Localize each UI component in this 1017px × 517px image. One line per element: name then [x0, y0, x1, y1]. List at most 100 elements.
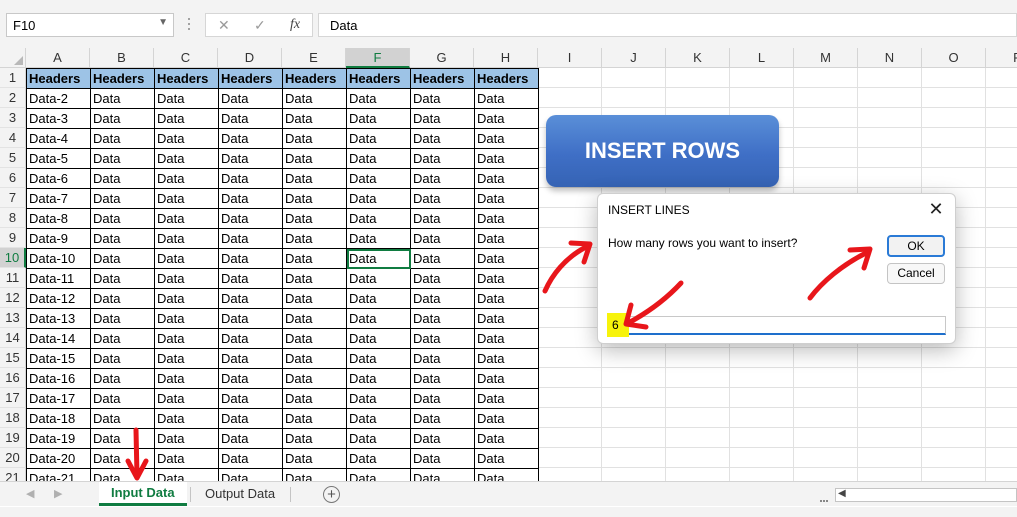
table-cell[interactable]: Data — [90, 208, 155, 229]
table-cell[interactable]: Data-17 — [26, 388, 91, 409]
table-cell[interactable]: Data-10 — [26, 248, 91, 269]
table-cell[interactable]: Data — [410, 368, 475, 389]
table-cell[interactable]: Data — [474, 108, 539, 129]
table-cell[interactable]: Data — [410, 128, 475, 149]
tab-input-data[interactable]: Input Data — [99, 482, 187, 506]
table-cell[interactable]: Data — [90, 228, 155, 249]
table-cell[interactable]: Data — [154, 448, 219, 469]
table-cell[interactable]: Data — [154, 148, 219, 169]
table-cell[interactable]: Data — [154, 328, 219, 349]
table-cell[interactable]: Data — [346, 328, 411, 349]
table-cell[interactable]: Data — [346, 468, 411, 481]
table-cell[interactable]: Data — [410, 248, 475, 269]
table-cell[interactable]: Data — [474, 88, 539, 109]
scroll-left-icon[interactable]: ◀ — [838, 488, 846, 499]
table-cell[interactable]: Data — [218, 328, 283, 349]
table-cell[interactable]: Data — [282, 148, 347, 169]
table-cell[interactable]: Data — [218, 428, 283, 449]
table-cell[interactable]: Data-13 — [26, 308, 91, 329]
table-cell[interactable]: Data — [154, 108, 219, 129]
table-cell[interactable]: Data — [474, 248, 539, 269]
tab-output-data[interactable]: Output Data — [193, 482, 287, 506]
column-header-c[interactable]: C — [154, 48, 218, 68]
table-cell[interactable]: Data — [282, 108, 347, 129]
table-cell[interactable]: Data-18 — [26, 408, 91, 429]
table-cell[interactable]: Data — [346, 208, 411, 229]
column-header-f[interactable]: F — [346, 48, 410, 68]
column-header-p[interactable]: P — [986, 48, 1017, 68]
table-cell[interactable]: Data — [154, 248, 219, 269]
table-cell[interactable]: Data — [154, 208, 219, 229]
table-cell[interactable]: Data — [90, 388, 155, 409]
more-dots-icon[interactable] — [184, 15, 194, 35]
table-cell[interactable]: Data-5 — [26, 148, 91, 169]
more-dots-icon[interactable] — [820, 490, 830, 502]
table-cell[interactable]: Data — [218, 148, 283, 169]
column-header-j[interactable]: J — [602, 48, 666, 68]
header-cell[interactable]: Headers — [474, 68, 539, 89]
header-cell[interactable]: Headers — [410, 68, 475, 89]
table-cell[interactable]: Data — [346, 248, 411, 269]
table-cell[interactable]: Data — [346, 288, 411, 309]
row-header-3[interactable]: 3 — [0, 108, 26, 128]
table-cell[interactable]: Data — [282, 88, 347, 109]
table-cell[interactable]: Data — [410, 108, 475, 129]
table-cell[interactable]: Data — [218, 408, 283, 429]
table-cell[interactable]: Data — [474, 188, 539, 209]
table-cell[interactable]: Data — [282, 228, 347, 249]
header-cell[interactable]: Headers — [346, 68, 411, 89]
table-cell[interactable]: Data-20 — [26, 448, 91, 469]
column-header-m[interactable]: M — [794, 48, 858, 68]
table-cell[interactable]: Data — [474, 308, 539, 329]
table-cell[interactable]: Data — [218, 128, 283, 149]
table-cell[interactable]: Data — [474, 168, 539, 189]
table-cell[interactable]: Data — [346, 268, 411, 289]
table-cell[interactable]: Data — [90, 248, 155, 269]
table-cell[interactable]: Data — [154, 288, 219, 309]
table-cell[interactable]: Data — [410, 408, 475, 429]
table-cell[interactable]: Data — [90, 328, 155, 349]
close-icon[interactable]: ✕ — [925, 198, 947, 220]
horizontal-scrollbar[interactable]: ◀ — [835, 488, 1017, 502]
table-cell[interactable]: Data — [90, 268, 155, 289]
column-header-b[interactable]: B — [90, 48, 154, 68]
table-cell[interactable]: Data-9 — [26, 228, 91, 249]
row-header-21[interactable]: 21 — [0, 468, 26, 481]
table-cell[interactable]: Data-12 — [26, 288, 91, 309]
table-cell[interactable]: Data — [218, 388, 283, 409]
table-cell[interactable]: Data — [282, 128, 347, 149]
table-cell[interactable]: Data — [90, 348, 155, 369]
table-cell[interactable]: Data — [154, 268, 219, 289]
header-cell[interactable]: Headers — [218, 68, 283, 89]
cancel-icon[interactable]: ✕ — [218, 17, 230, 34]
table-cell[interactable]: Data — [154, 168, 219, 189]
table-cell[interactable]: Data — [346, 168, 411, 189]
table-cell[interactable]: Data — [90, 188, 155, 209]
ok-button[interactable]: OK — [887, 235, 945, 257]
table-cell[interactable]: Data — [282, 308, 347, 329]
table-cell[interactable]: Data — [282, 168, 347, 189]
table-cell[interactable]: Data — [474, 228, 539, 249]
header-cell[interactable]: Headers — [154, 68, 219, 89]
row-header-20[interactable]: 20 — [0, 448, 26, 468]
row-header-11[interactable]: 11 — [0, 268, 26, 288]
table-cell[interactable]: Data — [410, 228, 475, 249]
table-cell[interactable]: Data — [474, 148, 539, 169]
table-cell[interactable]: Data — [410, 448, 475, 469]
row-header-12[interactable]: 12 — [0, 288, 26, 308]
row-header-13[interactable]: 13 — [0, 308, 26, 328]
table-cell[interactable]: Data — [90, 88, 155, 109]
table-cell[interactable]: Data — [282, 388, 347, 409]
table-cell[interactable]: Data — [346, 108, 411, 129]
table-cell[interactable]: Data — [474, 428, 539, 449]
row-header-5[interactable]: 5 — [0, 148, 26, 168]
table-cell[interactable]: Data — [218, 468, 283, 481]
row-header-17[interactable]: 17 — [0, 388, 26, 408]
table-cell[interactable]: Data — [410, 288, 475, 309]
table-cell[interactable]: Data — [282, 328, 347, 349]
table-cell[interactable]: Data — [218, 268, 283, 289]
table-cell[interactable]: Data — [346, 428, 411, 449]
row-header-6[interactable]: 6 — [0, 168, 26, 188]
table-cell[interactable]: Data — [218, 88, 283, 109]
formula-input[interactable]: Data — [318, 13, 1017, 37]
